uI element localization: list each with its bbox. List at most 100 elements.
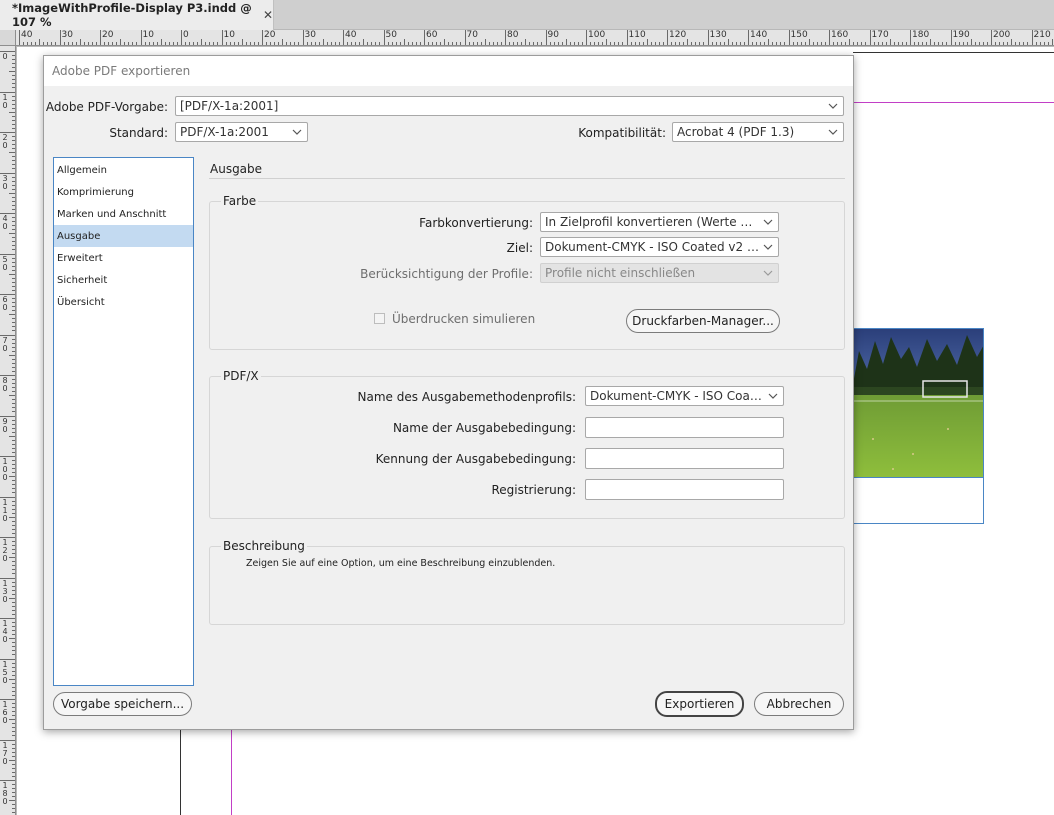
standard-label: Standard:: [109, 126, 168, 140]
ruler-label: 50: [2, 254, 8, 272]
ruler-minor-tick: [12, 747, 15, 749]
dialog-titlebar[interactable]: Adobe PDF exportieren: [44, 56, 853, 86]
ruler-minor-tick: [715, 42, 717, 45]
ruler-minor-tick: [371, 42, 373, 45]
save-preset-button[interactable]: Vorgabe speichern...: [53, 692, 192, 716]
ruler-minor-tick: [403, 39, 405, 45]
ruler-minor-tick: [484, 39, 486, 45]
sidebar-item-ausgabe[interactable]: Ausgabe: [54, 225, 193, 247]
ruler-label: 0: [183, 30, 189, 40]
sidebar-item-marken-und-anschnitt[interactable]: Marken und Anschnitt: [54, 203, 193, 225]
ruler-minor-tick: [12, 180, 15, 182]
ruler-minor-tick: [12, 249, 15, 251]
ruler-minor-tick: [9, 192, 15, 194]
ink-manager-button[interactable]: Druckfarben-Manager...: [626, 309, 780, 333]
sidebar-item-uebersicht[interactable]: Übersicht: [54, 291, 193, 313]
overprint-checkbox[interactable]: [374, 313, 385, 324]
ruler-major-tick: [586, 30, 587, 45]
ruler-minor-tick: [91, 42, 93, 45]
ruler-minor-tick: [9, 395, 15, 397]
ruler-minor-tick: [12, 541, 15, 543]
close-tab-icon[interactable]: ✕: [263, 8, 273, 22]
placed-image-frame[interactable]: [852, 328, 984, 478]
ruler-minor-tick: [12, 662, 15, 664]
sidebar-item-allgemein[interactable]: Allgemein: [54, 159, 193, 181]
ruler-minor-tick: [164, 42, 166, 45]
ruler-minor-tick: [735, 42, 737, 45]
ruler-minor-tick: [12, 784, 15, 786]
ruler-minor-tick: [982, 42, 984, 45]
ruler-label: 140: [2, 619, 8, 644]
ruler-minor-tick: [12, 751, 15, 753]
sidebar-item-komprimierung[interactable]: Komprimierung: [54, 181, 193, 203]
ruler-minor-tick: [12, 115, 15, 117]
ruler-minor-tick: [12, 553, 15, 555]
ruler-major-tick: [383, 30, 385, 45]
ruler-minor-tick: [764, 42, 766, 45]
ruler-minor-tick: [116, 42, 118, 45]
ruler-minor-tick: [654, 42, 656, 45]
cancel-button[interactable]: Abbrechen: [754, 692, 844, 716]
text-frame[interactable]: [852, 478, 984, 524]
document-tab-title: *ImageWithProfile-Display P3.indd @ 107 …: [12, 1, 252, 29]
ruler-minor-tick: [87, 42, 89, 45]
ruler-minor-tick: [492, 42, 494, 45]
ruler-minor-tick: [9, 273, 15, 275]
ruler-minor-tick: [569, 42, 571, 45]
ruler-label: 60: [2, 295, 8, 312]
ruler-minor-tick: [217, 42, 219, 45]
output-condition-name-field[interactable]: [585, 417, 784, 438]
ruler-minor-tick: [124, 42, 126, 45]
ruler-minor-tick: [756, 42, 758, 45]
ruler-minor-tick: [12, 298, 15, 300]
output-condition-id-field[interactable]: [585, 448, 784, 469]
ruler-label: 20: [2, 133, 8, 150]
ruler-origin[interactable]: [0, 30, 16, 46]
ruler-label: 100: [2, 457, 8, 482]
ruler-minor-tick: [9, 800, 15, 802]
ruler-minor-tick: [12, 443, 15, 445]
export-button[interactable]: Exportieren: [655, 691, 744, 717]
ruler-minor-tick: [719, 42, 721, 45]
ruler-minor-tick: [1035, 42, 1037, 45]
ziel-select[interactable]: Dokument-CMYK - ISO Coated v2 300% (ECI): [540, 237, 779, 257]
ruler-minor-tick: [650, 42, 652, 45]
document-tab[interactable]: *ImageWithProfile-Display P3.indd @ 107 …: [0, 0, 274, 30]
ruler-minor-tick: [577, 42, 579, 45]
output-intent-profile-select[interactable]: Dokument-CMYK - ISO Coated v2 300% (ECI): [585, 386, 784, 406]
ruler-minor-tick: [930, 39, 932, 45]
ruler-minor-tick: [108, 42, 110, 45]
ruler-label: 30: [2, 173, 8, 191]
ruler-minor-tick: [1015, 42, 1017, 45]
farbkonvertierung-select[interactable]: In Zielprofil konvertieren (Werte beibeh…: [540, 212, 779, 232]
ruler-minor-tick: [12, 472, 15, 474]
ruler-major-tick: [869, 30, 871, 45]
ruler-minor-tick: [225, 42, 227, 45]
sidebar-item-sicherheit[interactable]: Sicherheit: [54, 269, 193, 291]
ruler-minor-tick: [9, 719, 15, 721]
category-list[interactable]: Allgemein Komprimierung Marken und Ansch…: [53, 157, 194, 686]
ruler-label: 40: [2, 214, 8, 231]
ruler-label: 190: [952, 30, 970, 40]
ruler-minor-tick: [727, 39, 729, 45]
ruler-minor-tick: [193, 42, 195, 45]
soccer-field-image: [853, 329, 983, 477]
ruler-minor-tick: [136, 42, 138, 45]
standard-select[interactable]: PDF/X-1a:2001: [175, 122, 308, 142]
ruler-minor-tick: [12, 144, 15, 146]
compat-select[interactable]: Acrobat 4 (PDF 1.3): [672, 122, 844, 142]
ruler-minor-tick: [79, 39, 81, 45]
ruler-minor-tick: [634, 42, 636, 45]
registry-field[interactable]: [585, 479, 784, 500]
vertical-ruler[interactable]: 0 10 20 30 40 50 60 70 80 90 100 110 120 130 140 150 160…: [0, 46, 16, 815]
preset-select[interactable]: [PDF/X-1a:2001]: [175, 96, 844, 116]
sidebar-item-erweitert[interactable]: Erweitert: [54, 247, 193, 269]
horizontal-ruler[interactable]: 40 30 20 10 0 10 20 30 40 50 60 70 80 90 100 110 120 130 1…: [16, 30, 1054, 46]
ruler-minor-tick: [946, 42, 948, 45]
ruler-minor-tick: [995, 42, 997, 45]
ruler-minor-tick: [12, 379, 15, 381]
ruler-minor-tick: [683, 42, 685, 45]
ruler-minor-tick: [185, 42, 187, 45]
ruler-minor-tick: [12, 67, 15, 69]
ruler-minor-tick: [12, 703, 15, 705]
